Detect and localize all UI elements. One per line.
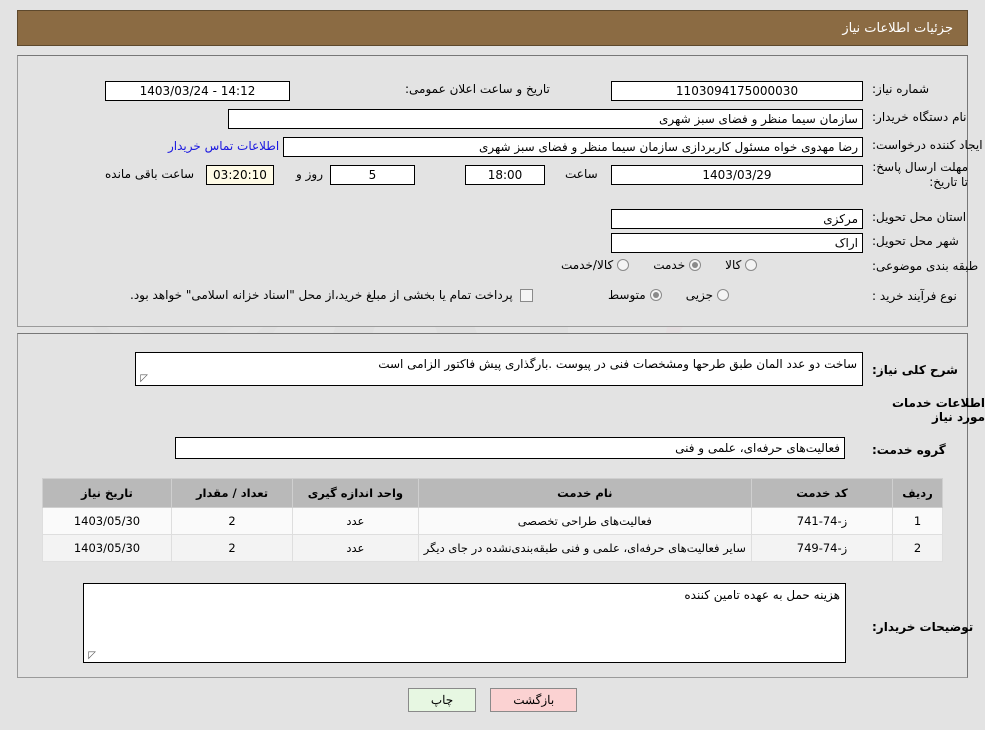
description-label: شرح کلی نیاز: bbox=[872, 363, 958, 377]
creator-label-wrap: ایجاد کننده درخواست: bbox=[872, 138, 983, 152]
th-date: تاریخ نیاز bbox=[43, 479, 172, 508]
radio-icon[interactable] bbox=[717, 289, 729, 301]
category-label: طبقه بندی موضوعی: bbox=[872, 259, 978, 273]
process-radio-motavasset[interactable]: متوسط bbox=[608, 288, 662, 302]
cell-qty: 2 bbox=[171, 535, 292, 562]
province-label: استان محل تحویل: bbox=[872, 210, 966, 224]
buyer-notes-label: توضیحات خریدار: bbox=[872, 620, 973, 634]
action-button-bar: بازگشت چاپ bbox=[0, 688, 985, 712]
cell-code: ز-74-749 bbox=[751, 535, 892, 562]
announce-date-value: 14:12 - 1403/03/24 bbox=[105, 81, 290, 101]
cell-name: سایر فعالیت‌های حرفه‌ای، علمی و فنی طبقه… bbox=[418, 535, 751, 562]
cell-unit: عدد bbox=[293, 508, 419, 535]
buyer-notes-textarea[interactable]: هزینه حمل به عهده تامین کننده ◸ bbox=[83, 583, 846, 663]
cell-index: 1 bbox=[893, 508, 943, 535]
table-row[interactable]: 2 ز-74-749 سایر فعالیت‌های حرفه‌ای، علمی… bbox=[43, 535, 943, 562]
process-radio-jozii[interactable]: جزیی bbox=[686, 288, 729, 302]
announce-label-wrap: تاریخ و ساعت اعلان عمومی: bbox=[405, 82, 550, 96]
city-label: شهر محل تحویل: bbox=[872, 234, 959, 248]
th-unit: واحد اندازه گیری bbox=[293, 479, 419, 508]
need-number-row: شماره نیاز: bbox=[872, 82, 929, 96]
creator-label: ایجاد کننده درخواست: bbox=[872, 138, 983, 152]
deadline-hour-label: ساعت bbox=[565, 167, 598, 181]
province-label-wrap: استان محل تحویل: bbox=[872, 210, 966, 224]
city-value: اراک bbox=[611, 233, 863, 253]
category-radio-khedmat[interactable]: خدمت bbox=[653, 258, 701, 272]
creator-value: رضا مهدوی خواه مسئول کاربردازی سازمان سی… bbox=[283, 137, 863, 157]
th-index: ردیف bbox=[893, 479, 943, 508]
category-label-wrap: طبقه بندی موضوعی: bbox=[872, 259, 978, 273]
deadline-label-wrap: مهلت ارسال پاسخ: تا تاریخ: bbox=[872, 160, 968, 190]
remaining-time-countdown: 03:20:10 bbox=[206, 165, 274, 185]
services-section-heading: اطلاعات خدمات مورد نیاز bbox=[872, 396, 985, 424]
buyer-org-label-wrap: نام دستگاه خریدار: bbox=[872, 110, 967, 124]
remaining-time-label: ساعت باقی مانده bbox=[105, 167, 194, 181]
deadline-label: مهلت ارسال پاسخ: تا تاریخ: bbox=[872, 160, 968, 189]
checkbox-icon[interactable] bbox=[520, 289, 533, 302]
service-group-value: فعالیت‌های حرفه‌ای، علمی و فنی bbox=[175, 437, 845, 459]
radio-icon[interactable] bbox=[650, 289, 662, 301]
process-label-wrap: نوع فرآیند خرید : bbox=[872, 289, 957, 303]
cell-name: فعالیت‌های طراحی تخصصی bbox=[418, 508, 751, 535]
category-option-label: کالا bbox=[725, 258, 741, 272]
buyer-org-label: نام دستگاه خریدار: bbox=[872, 110, 967, 124]
cell-index: 2 bbox=[893, 535, 943, 562]
process-label: نوع فرآیند خرید : bbox=[872, 289, 957, 303]
cell-code: ز-74-741 bbox=[751, 508, 892, 535]
print-button[interactable]: چاپ bbox=[408, 688, 476, 712]
page-title: جزئیات اطلاعات نیاز bbox=[842, 21, 953, 36]
services-table: ردیف کد خدمت نام خدمت واحد اندازه گیری ت… bbox=[42, 478, 943, 562]
description-value: ساخت دو عدد المان طبق طرحها ومشخصات فنی … bbox=[378, 357, 857, 371]
table-header-row: ردیف کد خدمت نام خدمت واحد اندازه گیری ت… bbox=[43, 479, 943, 508]
category-option-label: خدمت bbox=[653, 258, 685, 272]
table-row[interactable]: 1 ز-74-741 فعالیت‌های طراحی تخصصی عدد 2 … bbox=[43, 508, 943, 535]
announce-date-label: تاریخ و ساعت اعلان عمومی: bbox=[405, 82, 550, 96]
category-radio-kala-khedmat[interactable]: کالا/خدمت bbox=[561, 258, 629, 272]
category-radio-kala[interactable]: کالا bbox=[725, 258, 757, 272]
th-qty: تعداد / مقدار bbox=[171, 479, 292, 508]
need-number-value: 1103094175000030 bbox=[611, 81, 863, 101]
buyer-org-value: سازمان سیما منظر و فضای سبز شهری bbox=[228, 109, 863, 129]
cell-qty: 2 bbox=[171, 508, 292, 535]
page-root: AsiaTender.net جزئیات اطلاعات نیاز شماره… bbox=[0, 0, 985, 730]
process-option-label: متوسط bbox=[608, 288, 646, 302]
page-title-bar: جزئیات اطلاعات نیاز bbox=[17, 10, 968, 46]
radio-icon[interactable] bbox=[689, 259, 701, 271]
cell-date: 1403/05/30 bbox=[43, 508, 172, 535]
resize-grip-icon[interactable]: ◸ bbox=[138, 374, 148, 384]
category-option-label: کالا/خدمت bbox=[561, 258, 613, 272]
process-option-label: جزیی bbox=[686, 288, 713, 302]
cell-unit: عدد bbox=[293, 535, 419, 562]
service-group-label: گروه خدمت: bbox=[872, 443, 946, 457]
remaining-days-label: روز و bbox=[296, 167, 323, 181]
treasury-note-text: پرداخت تمام یا بخشی از مبلغ خرید،از محل … bbox=[130, 288, 513, 302]
description-textarea[interactable]: ساخت دو عدد المان طبق طرحها ومشخصات فنی … bbox=[135, 352, 863, 386]
deadline-hour-value: 18:00 bbox=[465, 165, 545, 185]
category-radio-group: کالا خدمت کالا/خدمت bbox=[543, 258, 757, 272]
process-radio-group: جزیی متوسط bbox=[590, 288, 729, 302]
need-number-label: شماره نیاز: bbox=[872, 82, 929, 96]
radio-icon[interactable] bbox=[617, 259, 629, 271]
province-value: مرکزی bbox=[611, 209, 863, 229]
treasury-note-row: پرداخت تمام یا بخشی از مبلغ خرید،از محل … bbox=[130, 288, 533, 302]
th-code: کد خدمت bbox=[751, 479, 892, 508]
back-button[interactable]: بازگشت bbox=[490, 688, 577, 712]
cell-date: 1403/05/30 bbox=[43, 535, 172, 562]
buyer-notes-value: هزینه حمل به عهده تامین کننده bbox=[684, 588, 840, 602]
deadline-date-value: 1403/03/29 bbox=[611, 165, 863, 185]
buyer-contact-link[interactable]: اطلاعات تماس خریدار bbox=[168, 139, 279, 153]
resize-grip-icon[interactable]: ◸ bbox=[86, 651, 96, 661]
th-name: نام خدمت bbox=[418, 479, 751, 508]
radio-icon[interactable] bbox=[745, 259, 757, 271]
city-label-wrap: شهر محل تحویل: bbox=[872, 234, 959, 248]
remaining-days-value: 5 bbox=[330, 165, 415, 185]
